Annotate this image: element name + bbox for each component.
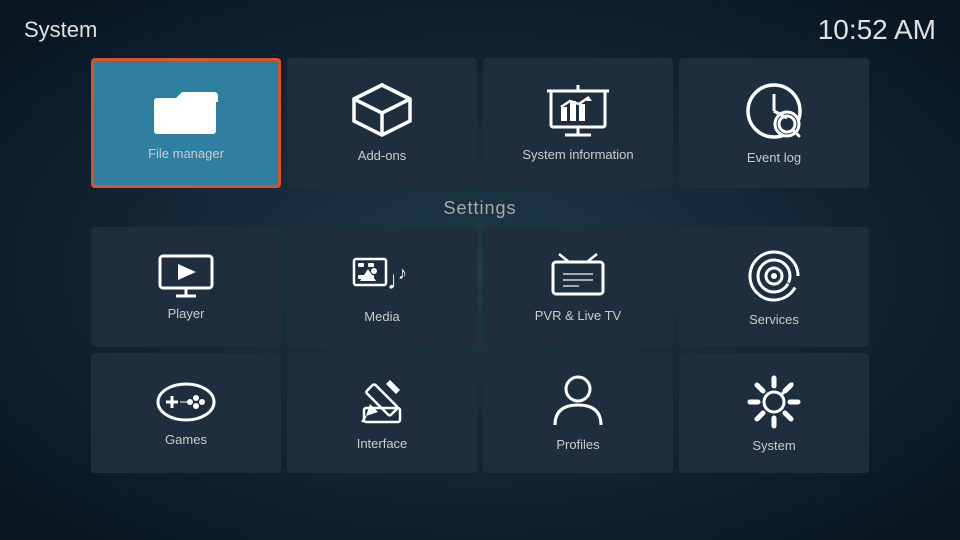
add-ons-icon	[352, 83, 412, 138]
interface-icon	[356, 376, 408, 428]
tile-system-label: System	[752, 438, 795, 453]
tile-file-manager-label: File manager	[148, 146, 224, 161]
tile-games-label: Games	[165, 432, 207, 447]
tile-pvr-live-tv-label: PVR & Live TV	[535, 308, 621, 323]
tile-event-log-label: Event log	[747, 150, 801, 165]
top-tiles-row: File manager Add-ons	[0, 58, 960, 188]
tile-profiles-label: Profiles	[556, 437, 599, 452]
tile-add-ons-label: Add-ons	[358, 148, 406, 163]
clock: 10:52 AM	[818, 14, 936, 46]
player-icon	[158, 254, 214, 298]
system-icon	[746, 374, 802, 430]
tile-system-information-label: System information	[522, 147, 633, 162]
games-icon	[156, 380, 216, 424]
tile-interface-label: Interface	[357, 436, 408, 451]
tile-player[interactable]: Player	[91, 227, 281, 347]
tile-media[interactable]: ♩ ♪ Media	[287, 227, 477, 347]
tile-services[interactable]: Services	[679, 227, 869, 347]
settings-tiles-row2: Games Interface	[0, 353, 960, 473]
page-title: System	[24, 17, 97, 43]
tile-media-label: Media	[364, 309, 399, 324]
pvr-live-tv-icon	[549, 252, 607, 300]
header: System 10:52 AM	[0, 0, 960, 54]
tile-games[interactable]: Games	[91, 353, 281, 473]
tile-player-label: Player	[168, 306, 205, 321]
settings-tiles-row1: Player ♩ ♪ Media	[0, 227, 960, 347]
tile-add-ons[interactable]: Add-ons	[287, 58, 477, 188]
svg-text:♪: ♪	[398, 263, 407, 283]
tile-services-label: Services	[749, 312, 799, 327]
tile-system[interactable]: System	[679, 353, 869, 473]
event-log-icon	[745, 82, 803, 140]
tile-system-information[interactable]: System information	[483, 58, 673, 188]
services-icon	[746, 248, 802, 304]
profiles-icon	[553, 375, 603, 429]
tile-profiles[interactable]: Profiles	[483, 353, 673, 473]
file-manager-icon	[154, 86, 218, 136]
tile-interface[interactable]: Interface	[287, 353, 477, 473]
media-icon: ♩ ♪	[352, 251, 412, 301]
tile-file-manager[interactable]: File manager	[91, 58, 281, 188]
page: System 10:52 AM File manager	[0, 0, 960, 540]
system-information-icon	[547, 85, 609, 137]
settings-header: Settings	[0, 198, 960, 219]
tile-pvr-live-tv[interactable]: PVR & Live TV	[483, 227, 673, 347]
tile-event-log[interactable]: Event log	[679, 58, 869, 188]
